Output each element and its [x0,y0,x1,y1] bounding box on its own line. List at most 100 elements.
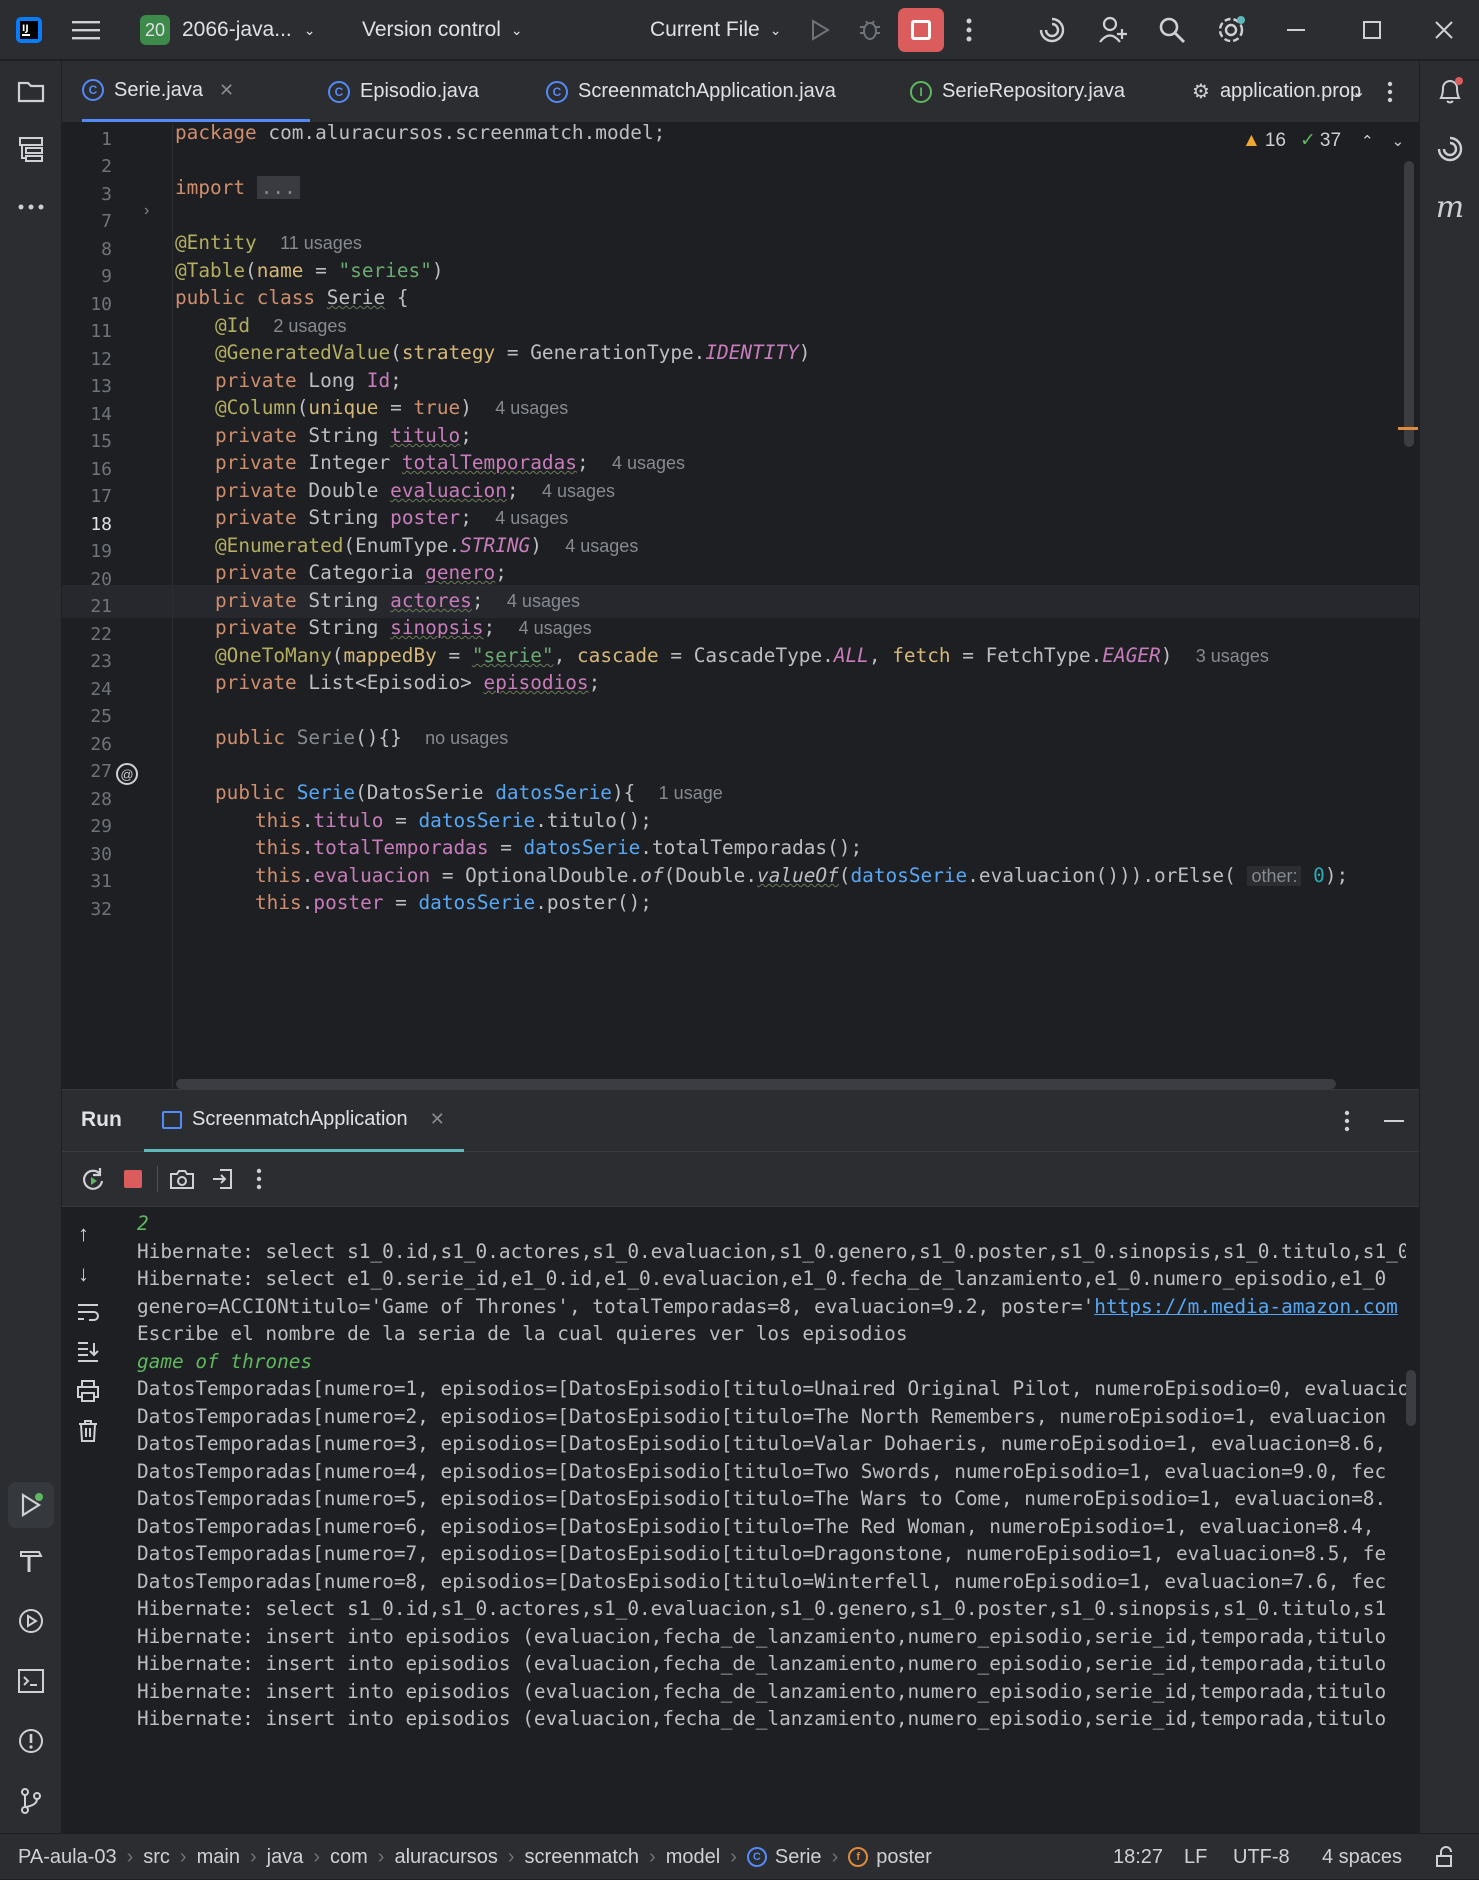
minimize-icon[interactable] [1285,0,1307,60]
scroll-up-icon[interactable]: ↑ [78,1221,89,1247]
more-actions-icon[interactable] [966,0,972,60]
code-line-24[interactable]: private List<Episodio> episodios; [175,666,1415,699]
file-encoding[interactable]: UTF-8 [1233,1834,1290,1880]
line-number: 25 [90,706,112,727]
scroll-to-end-icon[interactable] [76,1339,100,1368]
chevron-down-icon: ⌄ [769,21,782,38]
scroll-down-icon[interactable]: ↓ [78,1261,89,1287]
line-number: 10 [90,294,112,315]
line-number: 12 [90,349,112,370]
console-output[interactable]: 2 Hibernate: select s1_0.id,s1_0.actores… [124,1207,1406,1834]
breadcrumb-item[interactable]: model [666,1846,720,1869]
tab-screenmatch-application[interactable]: C ScreenmatchApplication.java [546,61,836,122]
line-separator[interactable]: LF [1184,1834,1207,1880]
close-tab-icon[interactable]: ✕ [219,80,234,101]
soft-wrap-icon[interactable] [76,1301,100,1328]
breadcrumb-item[interactable]: java [267,1846,304,1869]
ai-assistant-icon[interactable] [1038,0,1066,60]
line-number: 26 [90,734,112,755]
stop-button[interactable] [898,0,944,60]
stop-run-icon[interactable] [124,1170,142,1188]
code-line-26[interactable]: public Serie(){} no usages [175,721,1415,754]
build-hammer-icon[interactable] [11,1541,51,1581]
console-scrollbar[interactable] [1406,1370,1416,1426]
editor-tabs: C Serie.java ✕ C Episodio.java C Screenm… [62,61,1419,123]
run-tab-screenmatch[interactable]: ScreenmatchApplication ✕ [144,1090,464,1152]
exit-icon[interactable] [210,1167,234,1196]
breadcrumb-item[interactable]: poster [876,1846,932,1869]
line-number: 14 [90,404,112,425]
code-line-32[interactable]: this.poster = datosSerie.poster(); [175,886,1415,919]
search-icon[interactable] [1158,0,1186,60]
line-number: 21 [90,596,112,617]
rerun-icon[interactable] [80,1166,106,1197]
breadcrumb-item[interactable]: src [143,1846,170,1869]
tabs-overflow-chevron-icon[interactable]: ⌄ [1352,61,1365,122]
breadcrumb-item[interactable]: screenmatch [525,1846,640,1869]
line-number: 7 [101,211,112,232]
right-tool-window-bar: m [1419,61,1479,1833]
line-number: 27 [90,761,112,782]
clear-trash-icon[interactable] [77,1419,99,1448]
settings-gear-icon[interactable] [1216,0,1246,60]
tab-serie-repository[interactable]: I SerieRepository.java [910,61,1125,122]
debug-icon[interactable] [857,0,883,60]
hide-panel-icon[interactable] [1384,1120,1404,1122]
project-folder-icon[interactable] [11,71,51,111]
camera-icon[interactable] [169,1167,195,1196]
line-number: 2 [101,156,112,177]
spring-gutter-icon[interactable]: @ [116,763,138,785]
line-number: 31 [90,871,112,892]
close-icon[interactable] [1433,0,1455,60]
console-window-icon [162,1110,182,1129]
maven-icon[interactable]: m [1430,187,1470,227]
horizontal-scrollbar[interactable] [176,1079,1336,1089]
app-logo-icon[interactable]: IJ [14,0,44,60]
code-editor[interactable]: ▲ 16 ✓ 37 ⌃ ⌄ 1 2 3 7 8 9 10 11 12 13 14… [62,123,1419,1089]
run-tool-icon[interactable] [8,1482,54,1528]
spring-class-icon: C [546,80,568,103]
breadcrumb-item[interactable]: aluracursos [394,1846,497,1869]
cursor-position[interactable]: 18:27 [1113,1834,1163,1880]
tab-label: application.prope [1219,80,1362,102]
line-number: 32 [90,899,112,920]
print-icon[interactable] [76,1379,100,1408]
run-icon[interactable] [808,0,832,60]
fold-expand-icon[interactable]: › [144,202,149,220]
console-side-toolbar: ↑ ↓ [62,1207,122,1834]
structure-icon[interactable] [11,129,51,169]
breadcrumb-item[interactable]: Serie [775,1846,822,1869]
services-icon[interactable] [11,1601,51,1641]
tabs-more-icon[interactable] [1387,61,1393,122]
version-control-menu[interactable]: Version control ⌄ [362,0,523,60]
main-menu-icon[interactable] [72,0,100,60]
breadcrumb-item[interactable]: main [197,1846,240,1869]
code-with-me-icon[interactable] [1098,0,1128,60]
maximize-icon[interactable] [1362,0,1382,60]
run-config-selector[interactable]: Current File ⌄ [650,0,781,60]
line-number: 13 [90,376,112,397]
ai-chat-icon[interactable] [1430,129,1470,169]
more-tools-icon[interactable] [11,187,51,227]
tab-label: ScreenmatchApplication.java [578,80,836,102]
code-line-1[interactable]: package com.aluracursos.screenmatch.mode… [175,123,1415,149]
indent-setting[interactable]: 4 spaces [1322,1834,1402,1880]
tab-episodio-java[interactable]: C Episodio.java [328,61,479,122]
breadcrumb-item[interactable]: PA-aula-03 [18,1846,117,1869]
close-run-tab-icon[interactable]: ✕ [430,1109,445,1130]
more-run-actions-icon[interactable] [256,1168,262,1195]
problems-icon[interactable] [11,1721,51,1761]
lock-icon[interactable] [1434,1834,1456,1880]
line-number: 17 [90,486,112,507]
tab-serie-java[interactable]: C Serie.java ✕ [82,61,310,122]
breadcrumb-item[interactable]: com [330,1846,368,1869]
git-branch-icon[interactable] [11,1781,51,1821]
notifications-bell-icon[interactable] [1430,71,1470,111]
tab-application-properties[interactable]: ⚙ application.prope [1192,61,1362,122]
run-options-icon[interactable] [1344,1110,1350,1137]
terminal-icon[interactable] [11,1661,51,1701]
poster-url-link[interactable]: https://m.media-amazon.com [1094,1295,1398,1318]
run-toolbar [62,1152,1419,1207]
project-switcher[interactable]: 20 2066-java... ⌄ [140,0,315,60]
code-line-3[interactable]: import ... [175,171,1415,204]
